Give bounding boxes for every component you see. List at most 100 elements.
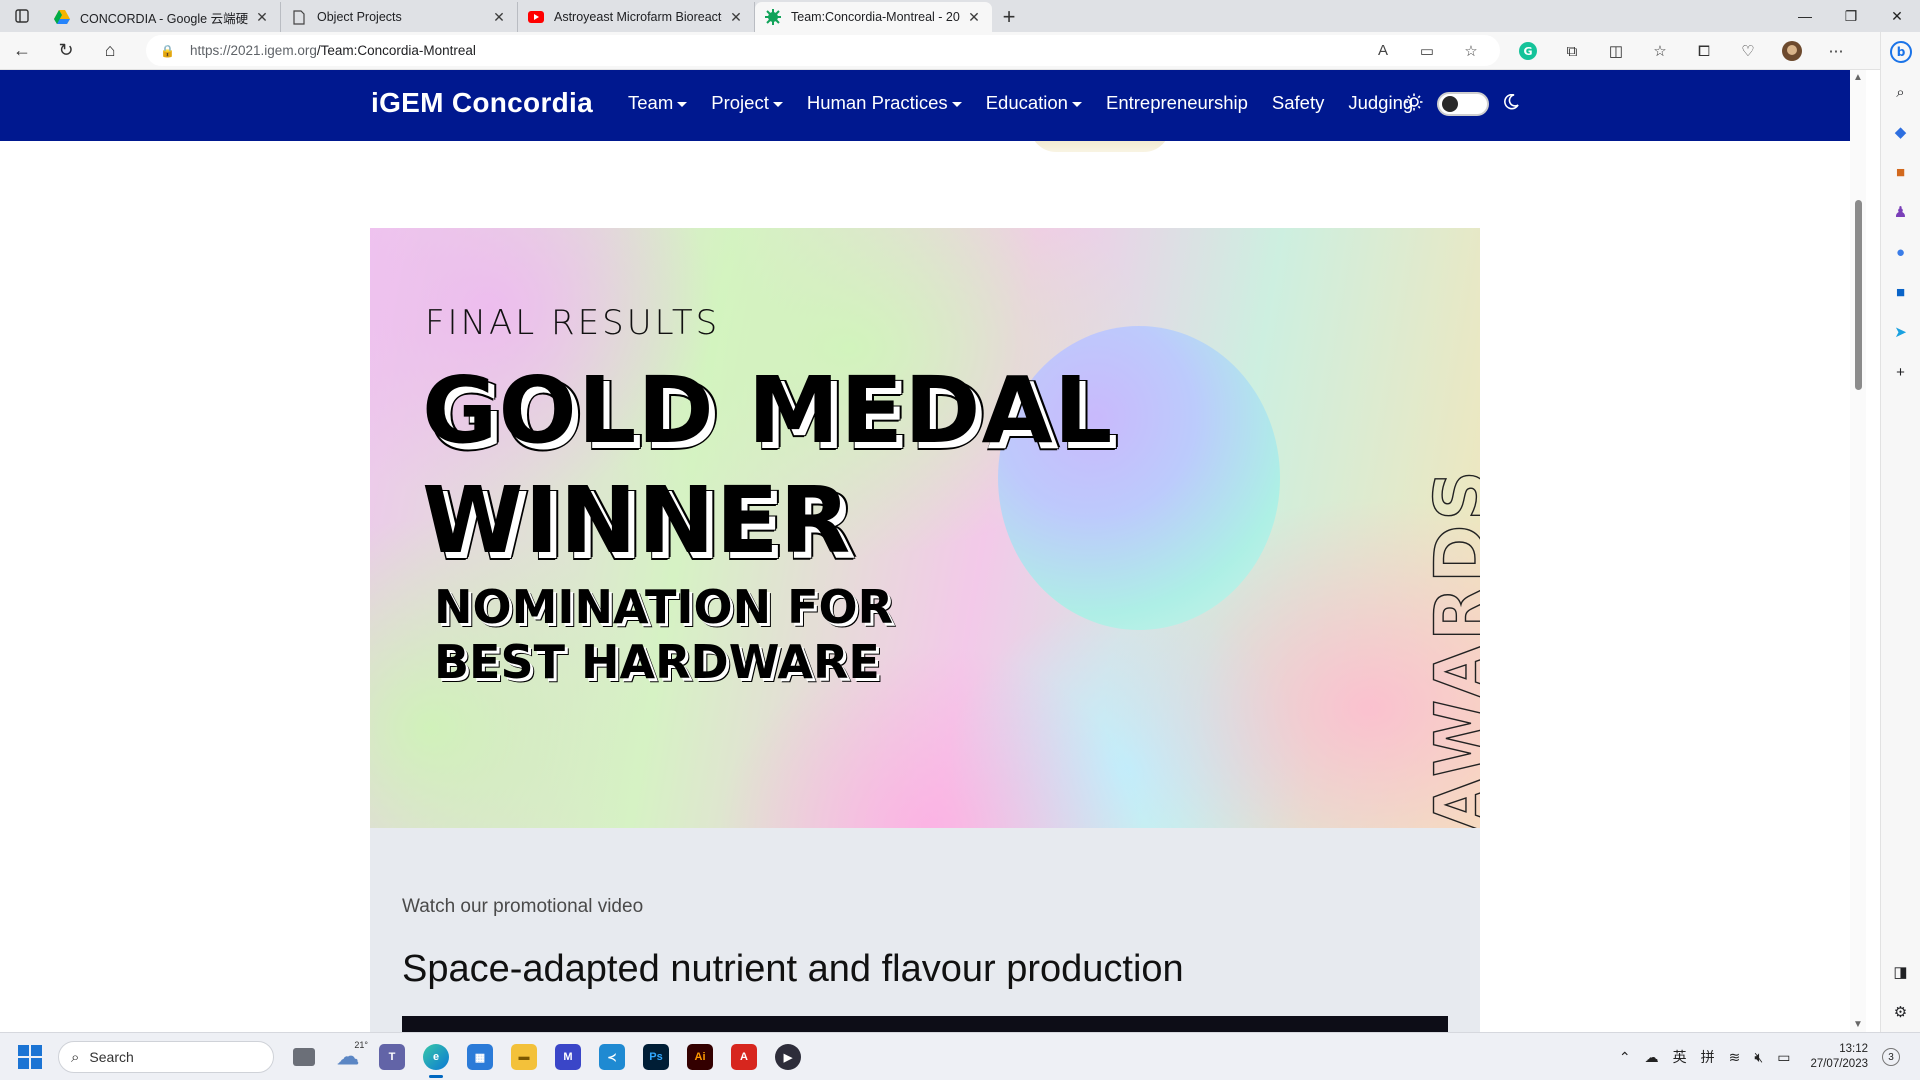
page-icon bbox=[291, 9, 307, 25]
new-tab-icon[interactable]: + bbox=[992, 2, 1026, 32]
nav-label: Judging bbox=[1348, 92, 1414, 113]
caret-down-icon bbox=[677, 101, 688, 107]
nav-item-entrepreneurship[interactable]: Entrepreneurship bbox=[1106, 92, 1248, 114]
tab-title: Team:Concordia-Montreal - 2021 bbox=[791, 10, 960, 24]
nav-item-project[interactable]: Project bbox=[711, 92, 783, 114]
scroll-up-icon[interactable]: ▲ bbox=[1853, 72, 1863, 83]
extensions-icon[interactable]: ⧉ bbox=[1550, 32, 1594, 70]
taskbar-search[interactable]: ⌕ Search bbox=[58, 1041, 274, 1073]
theme-controls bbox=[1405, 92, 1519, 116]
tools-icon[interactable]: ■ bbox=[1881, 152, 1920, 192]
minimize-icon[interactable]: — bbox=[1782, 0, 1828, 32]
clock-date: 27/07/2023 bbox=[1810, 1058, 1868, 1070]
windows-start-icon[interactable] bbox=[18, 1045, 42, 1069]
split-screen-icon[interactable]: ◫ bbox=[1594, 32, 1638, 70]
more-options-icon[interactable]: ⋯ bbox=[1814, 32, 1858, 70]
games-icon[interactable]: ♟ bbox=[1881, 192, 1920, 232]
mathpix-icon[interactable]: M bbox=[546, 1039, 590, 1075]
close-icon[interactable]: ✕ bbox=[728, 9, 744, 26]
awards-banner: FINAL RESULTS GOLD MEDAL WINNER NOMINATI… bbox=[370, 228, 1480, 828]
illustrator-icon[interactable]: Ai bbox=[678, 1039, 722, 1075]
video-section: Watch our promotional video Space-adapte… bbox=[370, 828, 1480, 1032]
volume-muted-icon[interactable]: 🔇︎ bbox=[1754, 1049, 1763, 1066]
back-icon[interactable]: ← bbox=[0, 32, 44, 70]
file-explorer-icon[interactable]: ▬ bbox=[502, 1039, 546, 1075]
settings-gear-icon[interactable]: ⚙ bbox=[1881, 992, 1920, 1032]
bing-copilot-icon[interactable]: b bbox=[1881, 32, 1920, 72]
close-icon[interactable]: ✕ bbox=[966, 9, 982, 26]
scrollbar-thumb[interactable] bbox=[1855, 200, 1862, 390]
tab-google-drive[interactable]: CONCORDIA - Google 云端硬盘 ✕ bbox=[44, 2, 281, 32]
add-icon[interactable]: + bbox=[1881, 352, 1920, 392]
tab-actions-icon[interactable] bbox=[0, 0, 44, 32]
nav-menu: Team Project Human Practices Education E… bbox=[628, 92, 1437, 114]
media-player-icon[interactable]: ▶ bbox=[766, 1039, 810, 1075]
nav-item-team[interactable]: Team bbox=[628, 92, 688, 114]
sun-icon bbox=[1405, 93, 1423, 116]
address-bar[interactable]: 🔒 https://2021.igem.org/Team:Concordia-M… bbox=[146, 35, 1500, 66]
close-icon[interactable]: ✕ bbox=[491, 9, 507, 26]
search-icon[interactable]: ⌕ bbox=[1881, 72, 1920, 112]
close-window-icon[interactable]: ✕ bbox=[1874, 0, 1920, 32]
edge-browser-icon[interactable]: e bbox=[414, 1039, 458, 1078]
photoshop-icon[interactable]: Ps bbox=[634, 1039, 678, 1075]
svg-text:G: G bbox=[1523, 45, 1532, 58]
read-aloud-icon[interactable]: A bbox=[1368, 39, 1398, 63]
outlook-icon[interactable]: ■ bbox=[1881, 272, 1920, 312]
youtube-icon bbox=[528, 9, 544, 25]
profile-avatar-icon[interactable] bbox=[1770, 32, 1814, 70]
drop-icon[interactable]: ➤ bbox=[1881, 312, 1920, 352]
page-scrollbar[interactable]: ▲ ▼ bbox=[1850, 70, 1866, 1032]
clock[interactable]: 13:12 27/07/2023 bbox=[1810, 1042, 1868, 1072]
performance-icon[interactable]: ♡ bbox=[1726, 32, 1770, 70]
igem-icon bbox=[765, 9, 781, 25]
tab-strip: CONCORDIA - Google 云端硬盘 ✕ Object Project… bbox=[0, 0, 1920, 32]
grammarly-icon[interactable]: G bbox=[1506, 32, 1550, 70]
favorite-star-icon[interactable]: ☆ bbox=[1456, 39, 1486, 63]
dark-mode-toggle[interactable] bbox=[1437, 92, 1489, 116]
site-navbar: iGEM Concordia Team Project Human Practi… bbox=[0, 70, 1850, 141]
scroll-down-icon[interactable]: ▼ bbox=[1853, 1019, 1863, 1030]
task-view-icon[interactable] bbox=[282, 1039, 326, 1075]
site-brand[interactable]: iGEM Concordia bbox=[371, 87, 593, 119]
nav-item-education[interactable]: Education bbox=[986, 92, 1082, 114]
chevron-up-icon[interactable]: ⌃ bbox=[1619, 1049, 1631, 1066]
nav-label: Entrepreneurship bbox=[1105, 92, 1248, 113]
acrobat-icon[interactable]: A bbox=[722, 1039, 766, 1075]
microsoft365-icon[interactable]: ● bbox=[1881, 232, 1920, 272]
microsoft-store-icon[interactable]: ▦ bbox=[458, 1039, 502, 1075]
battery-icon[interactable]: ▭ bbox=[1777, 1049, 1790, 1066]
tab-object-projects[interactable]: Object Projects ✕ bbox=[281, 2, 518, 32]
onedrive-icon[interactable]: ☁ bbox=[1645, 1049, 1659, 1066]
restore-icon[interactable]: ❐ bbox=[1828, 0, 1874, 32]
nav-item-safety[interactable]: Safety bbox=[1272, 92, 1324, 114]
shopping-icon[interactable]: ◆ bbox=[1881, 112, 1920, 152]
wifi-icon[interactable]: ≋ bbox=[1729, 1049, 1741, 1066]
nav-item-human-practices[interactable]: Human Practices bbox=[807, 92, 962, 114]
nav-item-judging[interactable]: Judging bbox=[1348, 92, 1413, 114]
tab-igem-concordia[interactable]: Team:Concordia-Montreal - 2021 ✕ bbox=[755, 2, 992, 32]
sidebar-panel-icon[interactable]: ◨ bbox=[1881, 952, 1920, 992]
teams-chat-icon[interactable]: T bbox=[370, 1039, 414, 1075]
refresh-icon[interactable]: ↻ bbox=[44, 32, 88, 70]
edge-sidebar: b ⌕ ◆ ■ ♟ ● ■ ➤ + ◨ ⚙ bbox=[1880, 32, 1920, 1032]
vscode-icon[interactable]: ≺ bbox=[590, 1039, 634, 1075]
favorites-icon[interactable]: ☆ bbox=[1638, 32, 1682, 70]
weather-icon[interactable]: ☁ 21° bbox=[326, 1039, 370, 1075]
gold-medal-headline: GOLD MEDAL bbox=[422, 357, 1114, 464]
window-controls: — ❐ ✕ bbox=[1782, 0, 1920, 32]
ime-language-indicator[interactable]: 英 bbox=[1673, 1047, 1687, 1067]
close-icon[interactable]: ✕ bbox=[254, 9, 270, 26]
caret-down-icon bbox=[951, 101, 962, 107]
video-player[interactable] bbox=[402, 1016, 1448, 1032]
collections-icon[interactable]: ⧠ bbox=[1682, 32, 1726, 70]
home-icon[interactable]: ⌂ bbox=[88, 32, 132, 70]
ime-mode-indicator[interactable]: 拼 bbox=[1701, 1047, 1715, 1067]
final-results-label: FINAL RESULTS bbox=[425, 303, 721, 343]
tab-youtube[interactable]: Astroyeast Microfarm Bioreactor ✕ bbox=[518, 2, 755, 32]
immersive-reader-icon[interactable]: ▭ bbox=[1412, 39, 1442, 63]
google-drive-icon bbox=[54, 9, 70, 25]
notification-badge[interactable]: 3 bbox=[1882, 1048, 1900, 1066]
lock-icon[interactable]: 🔒 bbox=[160, 44, 176, 58]
url-prefix: https://2021.igem.org bbox=[190, 43, 317, 58]
